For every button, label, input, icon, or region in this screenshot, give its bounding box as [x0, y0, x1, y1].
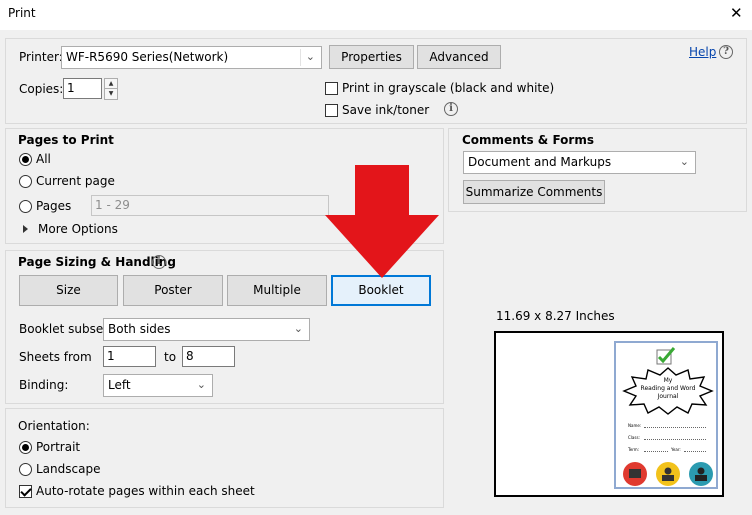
printer-select-value: WF-R5690 Series(Network)	[66, 50, 229, 64]
save-ink-label: Save ink/toner	[342, 103, 430, 117]
binding-label: Binding:	[19, 378, 69, 392]
autorotate-checkbox[interactable]	[19, 485, 32, 498]
journal-title-line2: Reading and Word	[640, 385, 696, 392]
tab-poster[interactable]: Poster	[123, 275, 223, 306]
close-icon[interactable]: ✕	[730, 4, 743, 22]
portrait-label: Portrait	[36, 440, 81, 454]
checkmark-icon	[656, 347, 676, 365]
stepper-up-icon[interactable]: ▲	[105, 79, 117, 89]
copies-label: Copies:	[19, 82, 64, 96]
copies-stepper[interactable]: ▲ ▼	[104, 78, 118, 100]
sheets-to-label: to	[164, 350, 177, 364]
preview-panel: 11.69 x 8.27 Inches My Reading and Word …	[448, 215, 747, 511]
pages-to-print-heading: Pages to Print	[18, 133, 114, 147]
field-term-line	[644, 451, 668, 452]
chevron-down-icon: ⌄	[196, 378, 206, 391]
stepper-down-icon[interactable]: ▼	[105, 89, 117, 99]
more-options-link[interactable]: More Options	[38, 222, 118, 236]
help-icon[interactable]: ?	[719, 45, 733, 59]
sheets-from-input[interactable]: 1	[103, 346, 156, 367]
grayscale-label: Print in grayscale (black and white)	[342, 81, 555, 95]
field-name-label: Name:	[628, 423, 642, 428]
chevron-down-icon: ⌄	[679, 155, 689, 168]
comments-forms-value: Document and Markups	[468, 155, 612, 169]
all-label: All	[36, 152, 51, 166]
reading-icons	[623, 462, 713, 486]
field-year-line	[684, 451, 706, 452]
printer-select[interactable]: WF-R5690 Series(Network) ⌄	[61, 46, 322, 69]
grayscale-checkbox[interactable]	[325, 82, 338, 95]
field-name-line	[644, 427, 706, 428]
advanced-button[interactable]: Advanced	[417, 45, 501, 69]
booklet-subset-value: Both sides	[108, 322, 171, 336]
sheets-to-input[interactable]: 8	[182, 346, 235, 367]
field-year-label: Year:	[671, 447, 681, 452]
sheets-from-label: Sheets from	[19, 350, 92, 364]
portrait-radio[interactable]	[19, 441, 32, 454]
expand-caret-icon[interactable]	[23, 225, 28, 233]
printer-label: Printer:	[19, 50, 63, 64]
booklet-page-preview: My Reading and Word Journal Name: Class:…	[614, 341, 718, 489]
save-ink-checkbox[interactable]	[325, 104, 338, 117]
info-icon[interactable]: i	[444, 102, 458, 116]
autorotate-label: Auto-rotate pages within each sheet	[36, 484, 255, 498]
binding-value: Left	[108, 378, 131, 392]
down-arrow-icon	[325, 165, 439, 278]
field-term-label: Term:	[628, 447, 640, 452]
comments-forms-panel: Comments & Forms Document and Markups ⌄ …	[448, 128, 747, 212]
copies-input[interactable]: 1	[63, 78, 102, 99]
title-bar: Print ✕	[0, 0, 752, 30]
chevron-down-icon: ⌄	[293, 322, 303, 335]
booklet-subset-select[interactable]: Both sides ⌄	[103, 318, 310, 341]
landscape-label: Landscape	[36, 462, 101, 476]
chevron-down-icon: ⌄	[305, 50, 315, 63]
booklet-subset-label: Booklet subset:	[19, 322, 112, 336]
preview-sheet: My Reading and Word Journal Name: Class:…	[494, 331, 724, 497]
properties-button[interactable]: Properties	[329, 45, 414, 69]
orientation-panel: Orientation: Portrait Landscape Auto-rot…	[5, 408, 444, 508]
help-link[interactable]: Help	[689, 45, 716, 59]
comments-forms-select[interactable]: Document and Markups ⌄	[463, 151, 696, 174]
orientation-heading: Orientation:	[18, 419, 90, 433]
comments-forms-heading: Comments & Forms	[462, 133, 594, 147]
info-icon[interactable]: i	[152, 255, 166, 269]
field-class-line	[644, 439, 706, 440]
tab-size[interactable]: Size	[19, 275, 118, 306]
current-page-label: Current page	[36, 174, 115, 188]
field-class-label: Class:	[628, 435, 640, 440]
all-radio[interactable]	[19, 153, 32, 166]
printer-panel: Printer: WF-R5690 Series(Network) ⌄ Prop…	[5, 38, 747, 124]
paper-size-label: 11.69 x 8.27 Inches	[496, 309, 615, 323]
journal-title: My Reading and Word Journal	[626, 377, 710, 401]
summarize-comments-button[interactable]: Summarize Comments	[463, 180, 605, 204]
pages-range-input[interactable]: 1 - 29	[91, 195, 329, 216]
window-title: Print	[8, 6, 36, 20]
journal-title-line1: My	[663, 377, 673, 384]
current-page-radio[interactable]	[19, 175, 32, 188]
journal-title-line3: Journal	[657, 393, 679, 400]
tab-multiple[interactable]: Multiple	[227, 275, 327, 306]
pages-label: Pages	[36, 199, 72, 213]
landscape-radio[interactable]	[19, 463, 32, 476]
pages-radio[interactable]	[19, 200, 32, 213]
binding-select[interactable]: Left ⌄	[103, 374, 213, 397]
